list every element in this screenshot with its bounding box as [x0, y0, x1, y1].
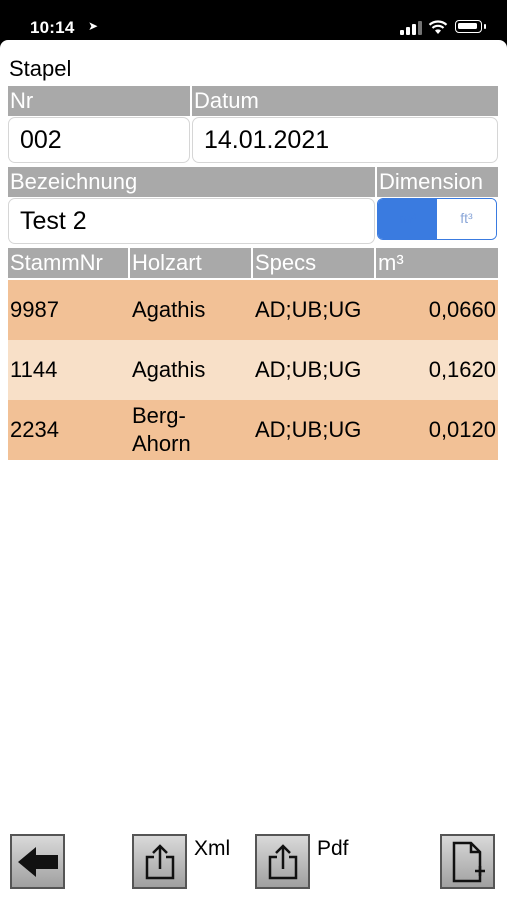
stapel-sheet: Stapel Nr Datum 002 14.01.2021 Bezeichnu… [0, 40, 507, 900]
xml-label: Xml [194, 837, 231, 860]
dimension-option-m3[interactable]: m³ [378, 199, 437, 239]
new-document-button[interactable] [440, 834, 495, 889]
dimension-segmented-control[interactable]: m³ ft³ [377, 198, 497, 240]
column-header-specs: Specs [253, 248, 374, 278]
export-xml-button[interactable] [132, 834, 187, 889]
wifi-icon [428, 20, 448, 34]
table-row[interactable]: 2234 Berg- Ahorn AD;UB;UG 0,0120 [8, 400, 498, 460]
column-header-holzart: Holzart [130, 248, 251, 278]
cell-specs: AD;UB;UG [255, 417, 362, 442]
datum-field[interactable]: 14.01.2021 [192, 117, 498, 163]
battery-icon [455, 20, 486, 33]
cell-volume: 0,1620 [428, 357, 496, 382]
new-document-icon [452, 841, 485, 882]
status-bar: 10:14 ➤ [0, 0, 507, 42]
cell-stammnr: 9987 [10, 297, 59, 322]
dimension-option-ft3[interactable]: ft³ [437, 199, 496, 239]
cell-stammnr: 2234 [10, 417, 59, 442]
column-header-m3: m³ [376, 248, 498, 278]
back-button[interactable] [10, 834, 65, 889]
cellular-signal-icon [400, 21, 422, 35]
bezeichnung-header: Bezeichnung [8, 167, 375, 197]
location-arrow-icon: ➤ [88, 19, 99, 33]
cell-holzart: Agathis [132, 357, 206, 382]
datum-header: Datum [192, 86, 498, 116]
nr-header: Nr [8, 86, 190, 116]
cell-volume: 0,0660 [428, 297, 496, 322]
table-row[interactable]: 1144 Agathis AD;UB;UG 0,1620 [8, 340, 498, 400]
cell-specs: AD;UB;UG [255, 357, 362, 382]
share-icon [268, 843, 297, 879]
column-header-stammnr: StammNr [8, 248, 128, 278]
table-row[interactable]: 9987 Agathis AD;UB;UG 0,0660 [8, 280, 498, 340]
cell-volume: 0,0120 [428, 417, 496, 442]
cell-specs: AD;UB;UG [255, 297, 362, 322]
bezeichnung-field[interactable]: Test 2 [8, 198, 375, 244]
page-title: Stapel [9, 56, 72, 81]
dimension-header: Dimension [377, 167, 498, 197]
share-icon [145, 843, 174, 879]
cell-holzart: Berg- Ahorn [132, 403, 191, 456]
cell-stammnr: 1144 [10, 357, 58, 382]
back-arrow-icon [17, 846, 58, 877]
pdf-label: Pdf [317, 837, 349, 860]
nr-field[interactable]: 002 [8, 117, 190, 163]
cell-holzart: Agathis [132, 297, 206, 322]
export-pdf-button[interactable] [255, 834, 310, 889]
status-time: 10:14 [30, 18, 75, 37]
